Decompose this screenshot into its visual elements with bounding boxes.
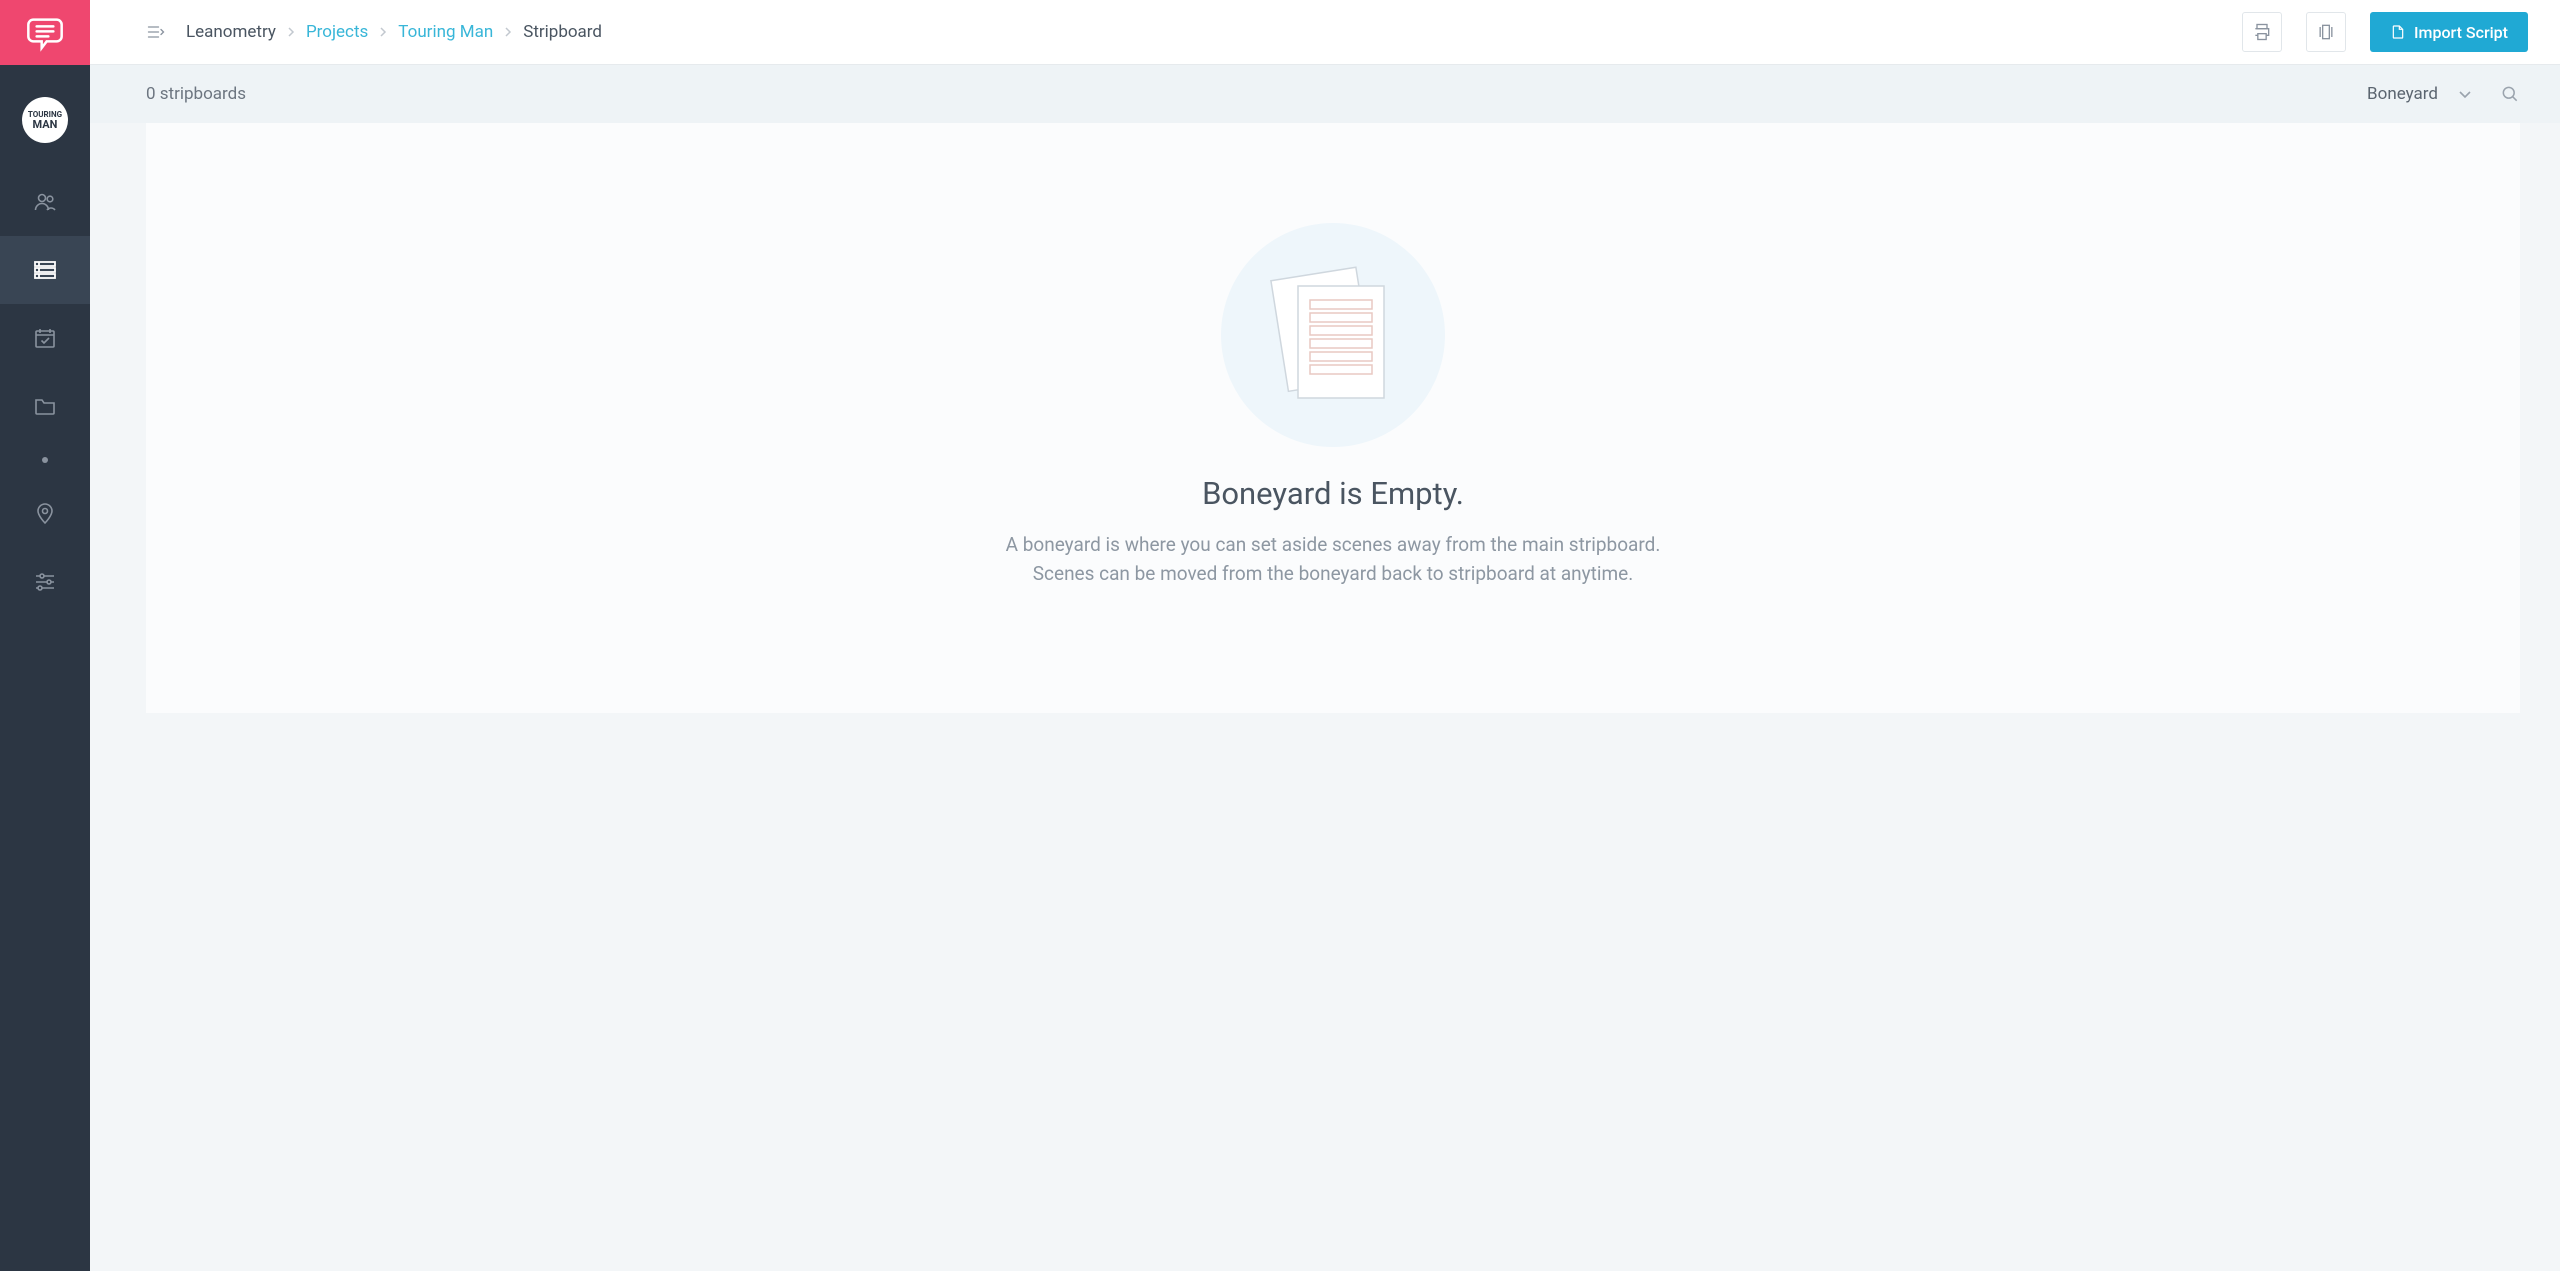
empty-line1: A boneyard is where you can set aside sc…	[1006, 530, 1661, 559]
sliders-icon	[33, 570, 57, 594]
sidebar-item-dot[interactable]	[0, 440, 90, 480]
chevron-right-icon	[286, 27, 296, 37]
avatar-line2: MAN	[28, 119, 62, 130]
documents-icon	[1268, 260, 1398, 410]
sidebar-item-calendar[interactable]	[0, 304, 90, 372]
import-script-label: Import Script	[2414, 23, 2508, 42]
chevron-right-icon	[378, 27, 388, 37]
chevron-right-icon	[503, 27, 513, 37]
stripboard-icon	[33, 258, 57, 282]
search-button[interactable]	[2500, 84, 2520, 104]
empty-title: Boneyard is Empty.	[1202, 475, 1464, 512]
empty-state-card: Boneyard is Empty. A boneyard is where y…	[146, 123, 2520, 713]
subbar: 0 stripboards Boneyard	[90, 65, 2560, 123]
stripboard-count: 0 stripboards	[146, 84, 246, 104]
empty-description: A boneyard is where you can set aside sc…	[1006, 530, 1661, 589]
file-import-icon	[2390, 24, 2406, 40]
print-button[interactable]	[2242, 12, 2282, 52]
users-icon	[33, 190, 57, 214]
sidebar-item-files[interactable]	[0, 372, 90, 440]
import-script-button[interactable]: Import Script	[2370, 12, 2528, 52]
sidebar: TOURING MAN	[0, 0, 90, 1271]
topbar: Leanometry Projects Touring Man Stripboa…	[90, 0, 2560, 65]
content: Boneyard is Empty. A boneyard is where y…	[90, 123, 2560, 1271]
breadcrumb-company[interactable]: Leanometry	[186, 22, 276, 42]
breadcrumb-current: Stripboard	[523, 22, 602, 42]
sidebar-item-stripboard[interactable]	[0, 236, 90, 304]
empty-illustration	[1221, 223, 1445, 447]
app-logo[interactable]	[0, 0, 90, 65]
main-area: Leanometry Projects Touring Man Stripboa…	[90, 0, 2560, 1271]
pin-icon	[33, 502, 57, 526]
empty-line2: Scenes can be moved from the boneyard ba…	[1006, 559, 1661, 588]
sidebar-item-settings[interactable]	[0, 548, 90, 616]
layout-button[interactable]	[2306, 12, 2346, 52]
sidebar-item-team[interactable]	[0, 168, 90, 236]
chevron-down-icon	[2458, 87, 2472, 101]
panels-icon	[2316, 22, 2336, 42]
breadcrumb: Leanometry Projects Touring Man Stripboa…	[186, 22, 602, 42]
view-dropdown-label: Boneyard	[2367, 84, 2438, 104]
project-avatar[interactable]: TOURING MAN	[22, 97, 68, 143]
list-expand-icon[interactable]	[146, 22, 166, 42]
search-icon	[2500, 84, 2520, 104]
breadcrumb-project[interactable]: Touring Man	[398, 22, 493, 42]
calendar-check-icon	[33, 326, 57, 350]
breadcrumb-projects[interactable]: Projects	[306, 22, 368, 42]
printer-icon	[2252, 22, 2272, 42]
folder-icon	[33, 394, 57, 418]
view-dropdown[interactable]: Boneyard	[2367, 84, 2472, 104]
sidebar-item-locations[interactable]	[0, 480, 90, 548]
chat-icon	[25, 13, 65, 53]
dot-icon	[33, 448, 57, 472]
